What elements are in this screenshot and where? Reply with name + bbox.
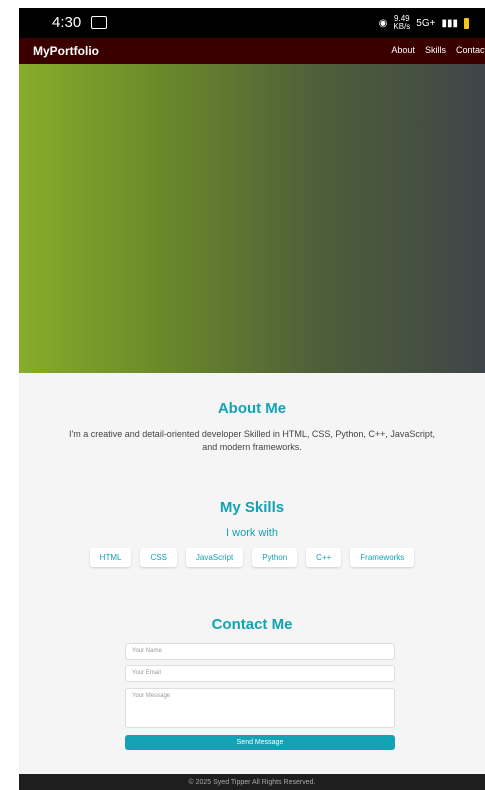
app-frame: 4:30 ◉ 9.49 KB/s 5G+ ▮▮▮ MyPortfolio Abo… xyxy=(19,8,485,790)
skill-chip-frameworks: Frameworks xyxy=(350,548,415,567)
about-title: About Me xyxy=(217,400,287,417)
speed-unit: KB/s xyxy=(393,22,411,31)
footer: © 2025 Syed Tipper All Rights Reserved. xyxy=(19,774,485,790)
skill-chip-javascript: JavaScript xyxy=(185,548,244,567)
skills-title: My Skills xyxy=(219,499,285,516)
message-field[interactable]: Your Message xyxy=(125,688,395,728)
skill-chip-html: HTML xyxy=(89,548,132,567)
status-time: 4:30 xyxy=(52,14,82,31)
status-bar: 4:30 ◉ 9.49 KB/s 5G+ ▮▮▮ xyxy=(19,8,485,38)
nav-links: About Skills Contact xyxy=(391,45,485,55)
email-field[interactable]: Your Email xyxy=(125,665,395,682)
send-message-button[interactable]: Send Message xyxy=(125,735,395,750)
battery-icon xyxy=(464,17,469,29)
hero-banner xyxy=(19,64,485,373)
network-type: 5G+ xyxy=(416,17,436,29)
notification-icon xyxy=(91,16,107,29)
nav-link-about[interactable]: About xyxy=(391,45,415,55)
skill-chip-cpp: C++ xyxy=(306,548,342,567)
nav-link-skills[interactable]: Skills xyxy=(425,45,446,55)
hotspot-icon: ◉ xyxy=(378,17,388,29)
brand-logo[interactable]: MyPortfolio xyxy=(33,44,99,58)
skill-chip-css: CSS xyxy=(140,548,177,567)
skills-subtitle: I work with xyxy=(226,527,278,539)
navbar: MyPortfolio About Skills Contact xyxy=(19,38,485,64)
contact-title: Contact Me xyxy=(211,616,293,633)
signal-icon: ▮▮▮ xyxy=(441,17,458,29)
nav-link-contact[interactable]: Contact xyxy=(456,45,485,55)
skill-chip-python: Python xyxy=(252,548,298,567)
name-field[interactable]: Your Name xyxy=(125,643,395,660)
about-text: I'm a creative and detail-oriented devel… xyxy=(69,429,435,452)
status-icons: ◉ 9.49 KB/s 5G+ ▮▮▮ xyxy=(379,15,469,31)
skills-list: HTML CSS JavaScript Python C++ Framework… xyxy=(19,548,485,567)
speed-indicator: 9.49 KB/s xyxy=(393,15,410,31)
